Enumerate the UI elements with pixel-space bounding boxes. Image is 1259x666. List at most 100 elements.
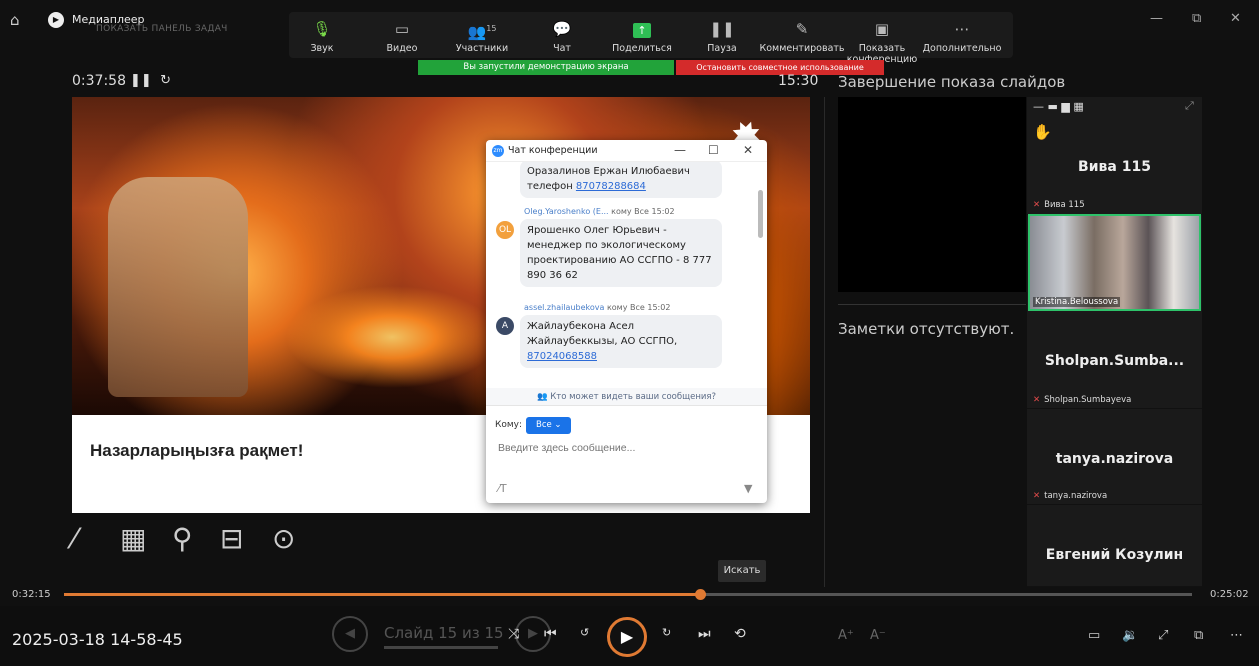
reset-icon[interactable]: ↻ [160,73,171,88]
pause-icon[interactable]: ❚❚ [130,73,152,88]
seek-bar[interactable] [64,589,1192,600]
minimize-icon[interactable]: — [1150,11,1163,26]
toolbar-label: Поделиться [612,43,672,54]
end-show-button[interactable]: Завершение показа слайдов [838,73,1065,91]
toolbar-more-button[interactable]: ⋯ Дополнительно [919,15,1005,54]
repeat-off-icon[interactable]: ⟲ [734,626,746,642]
share-box-icon: ↑ [633,23,651,38]
volume-icon[interactable]: 🔉 [1122,628,1138,643]
slide-text: Назарларыңызға рақмет! [90,441,304,460]
participant-count: 15 [486,24,497,33]
chat-title: Чат конференции [508,145,598,156]
prev-slide-icon[interactable]: ◀ [332,616,368,652]
meeting-chat-window[interactable]: zm Чат конференции — ☐ ✕ Оразалинов Ержа… [486,140,767,503]
participant-video[interactable]: Kristina.Beloussova [1028,214,1201,311]
miniplayer-icon[interactable]: ⧉ [1194,628,1203,643]
panel-divider [824,97,825,587]
rewind-10-icon[interactable]: ↺ [580,626,589,639]
seek-tooltip: Искать [718,560,766,582]
slide-progress [384,646,498,649]
avatar: OL [496,221,514,239]
toolbar-label: Участники [455,43,509,54]
chat-message: Ярошенко Олег Юрьевич - менеджер по экол… [520,219,722,287]
timer-controls[interactable]: ❚❚ ↻ [130,73,171,88]
message-line: телефон 87078288684 [527,181,646,192]
participant-name: Вива 115 [1078,159,1151,175]
participant-tile[interactable]: Sholpan.Sumba... ✕ Sholpan.Sumbayeva [1027,313,1202,409]
toolbar-label: Пауза [707,43,737,54]
format-icon[interactable]: ⁄T [498,482,507,495]
play-button[interactable]: ▶ [607,617,647,657]
participant-tile[interactable]: Евгений Козулин [1027,505,1202,587]
pen-icon[interactable]: ⁄ [72,522,77,555]
privacy-link[interactable]: 👥 Кто может видеть ваши сообщения? [486,388,767,406]
recipient-dropdown[interactable]: Все ⌄ [526,417,571,434]
share-status-banner: Вы запустили демонстрацию экрана [418,60,674,75]
participant-name: tanya.nazirova [1055,451,1174,467]
chat-message: Оразалинов Ержан Илюбаевич телефон 87078… [520,162,722,198]
home-icon[interactable]: ⌂ [10,11,20,29]
more-options-icon[interactable]: ⊙ [272,522,295,555]
more-icon[interactable]: ⋯ [1230,628,1243,643]
toolbar-label: Видео [386,43,418,54]
participant-label: ✕ Sholpan.Sumbayeva [1033,395,1132,405]
toolbar-chat-button[interactable]: 💬 Чат [519,15,605,54]
chat-messages[interactable]: Оразалинов Ержан Илюбаевич телефон 87078… [486,162,758,388]
participants-icon: 👥15 [467,23,497,41]
mic-muted-icon: ✕ [1033,395,1041,405]
toolbar-mic-button[interactable]: 🎙 Звук [279,15,365,54]
toolbar-share-button[interactable]: ↑ Поделиться [599,15,685,54]
gallery-view-controls[interactable]: — ▬ ▆ ▦ [1033,100,1084,113]
next-slide-preview [838,97,1026,292]
mic-icon: 🎙 [312,20,332,38]
chat-message-input[interactable] [498,442,748,454]
toolbar-label: Дополнительно [922,43,1002,54]
zoom-icon[interactable]: ⚲ [172,522,193,555]
more-icon: ⋯ [954,20,970,38]
forward-30-icon[interactable]: ↻ [662,626,671,639]
next-icon[interactable]: ⏭ [698,626,711,642]
close-icon[interactable]: ✕ [743,143,753,157]
subtitles-icon[interactable]: ▭ [1088,628,1100,643]
taskbar-ghost-text: ПОКАЗАТЬ ПАНЕЛЬ ЗАДАЧ [96,24,228,34]
presenter-clock: 15:30 [778,73,819,89]
notes-text: Заметки отсутствуют. [838,320,1015,338]
current-time: 0:32:15 [12,589,51,600]
toolbar-participants-button[interactable]: 👥15 Участники [439,15,525,54]
phone-link[interactable]: 87024068588 [527,351,597,362]
app-logo-icon: ▶ [48,12,64,28]
phone-link[interactable]: 87078288684 [576,181,646,192]
previous-icon[interactable]: ⏮ [544,626,557,642]
seek-handle[interactable] [695,589,707,600]
shuffle-icon[interactable]: ⤨ [508,626,519,642]
restore-icon[interactable]: ⧉ [1192,11,1201,26]
toolbar-annotate-button[interactable]: ✎ Комментировать [759,15,845,54]
minimize-icon[interactable]: — [674,143,686,157]
chat-message: Жайлаубекона Асел Жайлаубеккызы, АО ССГП… [520,315,722,368]
message-line: Оразалинов Ержан Илюбаевич [527,166,690,177]
expand-icon[interactable]: ⤢ [1185,99,1194,113]
participant-tile[interactable]: ✋ Вива 115 ✕ Вива 115 [1027,115,1202,215]
mic-muted-icon: ✕ [1033,200,1041,210]
participant-label: Kristina.Beloussova [1033,297,1121,307]
toolbar-camera-button[interactable]: ▭ Видео [359,15,445,54]
notes-divider [838,304,1026,305]
avatar: A [496,317,514,335]
toolbar-pause-button[interactable]: ❚❚ Пауза [679,15,765,54]
see-all-slides-icon[interactable]: ▦ [120,522,146,555]
total-time: 0:25:02 [1210,589,1249,600]
font-increase-icon[interactable]: A⁺ [838,628,854,643]
close-icon[interactable]: ✕ [1230,11,1241,26]
font-decrease-icon[interactable]: A⁻ [870,628,886,643]
show-meeting-icon: ▣ [874,20,890,38]
participant-label: ✕ tanya.nazirova [1033,491,1108,501]
fullscreen-icon[interactable]: ⤢ [1158,628,1168,643]
annotate-icon: ✎ [795,20,809,38]
send-icon[interactable]: ▼ [744,482,752,495]
maximize-icon[interactable]: ☐ [708,143,719,157]
chat-icon: 💬 [552,20,572,38]
chat-scrollbar[interactable] [758,190,763,238]
screen-icon[interactable]: ⊟ [220,522,243,555]
participant-tile[interactable]: tanya.nazirova ✕ tanya.nazirova [1027,409,1202,505]
toolbar-show-meeting-button[interactable]: ▣Показать конференцию [839,15,925,65]
